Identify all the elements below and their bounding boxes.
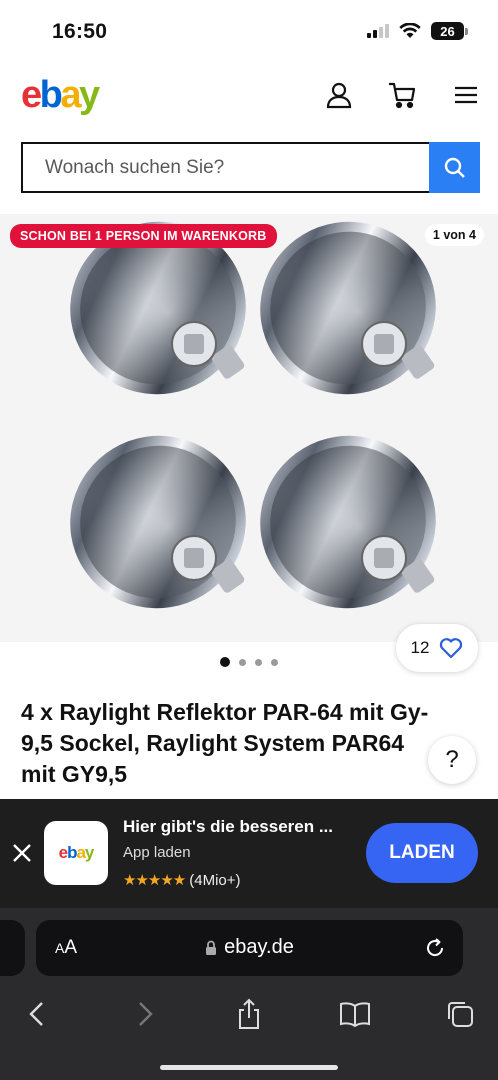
status-icons: 26	[367, 22, 468, 40]
laden-button[interactable]: LADEN	[366, 823, 478, 883]
user-icon[interactable]	[324, 80, 354, 110]
tabs-icon[interactable]	[444, 998, 476, 1030]
lock-icon	[206, 940, 217, 955]
banner-subtitle: App laden	[123, 844, 191, 861]
product-image-gallery[interactable]: SCHON BEI 1 PERSON IM WARENKORB 1 von 4	[0, 214, 498, 642]
search-button[interactable]	[429, 142, 480, 193]
battery-level: 26	[431, 22, 464, 40]
back-icon[interactable]	[21, 998, 53, 1030]
menu-icon[interactable]	[451, 80, 481, 110]
bookmarks-icon[interactable]	[339, 998, 371, 1030]
signal-icon	[367, 24, 389, 38]
pagination-dot[interactable]	[255, 658, 262, 666]
search-bar	[21, 142, 480, 193]
cart-icon[interactable]	[387, 80, 417, 110]
app-logo: ebay	[44, 821, 108, 885]
close-icon[interactable]	[10, 841, 34, 865]
search-icon	[444, 157, 465, 178]
rating-count: (4Mio+)	[189, 871, 241, 889]
share-icon[interactable]	[233, 998, 265, 1030]
cart-count-badge: SCHON BEI 1 PERSON IM WARENKORB	[10, 224, 277, 248]
previous-tab[interactable]	[0, 920, 25, 976]
home-indicator	[160, 1065, 338, 1070]
browser-chrome: AA ebay.de	[0, 908, 498, 1080]
star-icon: ★★★★★	[123, 872, 186, 889]
heart-icon	[440, 638, 463, 659]
forward-icon[interactable]	[129, 998, 161, 1030]
watch-count: 12	[410, 638, 430, 657]
watch-button[interactable]: 12	[396, 624, 478, 672]
image-pagination-dots	[220, 657, 278, 667]
site-header: ebay	[0, 64, 498, 130]
help-button[interactable]: ?	[428, 736, 476, 784]
pagination-dot[interactable]	[220, 657, 230, 667]
product-image-lamp	[260, 435, 436, 609]
status-time: 16:50	[52, 20, 108, 43]
status-bar: 16:50 26	[0, 0, 498, 64]
product-image-lamp	[70, 435, 246, 609]
battery-icon: 26	[431, 22, 468, 40]
ebay-logo[interactable]: ebay	[21, 74, 100, 117]
banner-title: Hier gibt's die besseren ...	[123, 817, 334, 836]
product-title: 4 x Raylight Reflektor PAR-64 mit Gy-9,5…	[21, 699, 429, 787]
url-text: ebay.de	[224, 936, 294, 958]
image-counter: 1 von 4	[424, 224, 484, 246]
product-image-lamp	[260, 221, 436, 395]
app-rating: ★★★★★ (4Mio+)	[123, 871, 241, 890]
address-bar[interactable]: AA ebay.de	[36, 920, 463, 976]
reload-icon[interactable]	[423, 936, 447, 960]
search-input[interactable]	[21, 142, 429, 193]
pagination-dot[interactable]	[239, 658, 246, 666]
browser-toolbar	[0, 992, 498, 1036]
app-download-banner: ebay Hier gibt's die besseren ... App la…	[0, 799, 498, 908]
wifi-icon	[399, 23, 421, 38]
pagination-dot[interactable]	[271, 658, 278, 666]
